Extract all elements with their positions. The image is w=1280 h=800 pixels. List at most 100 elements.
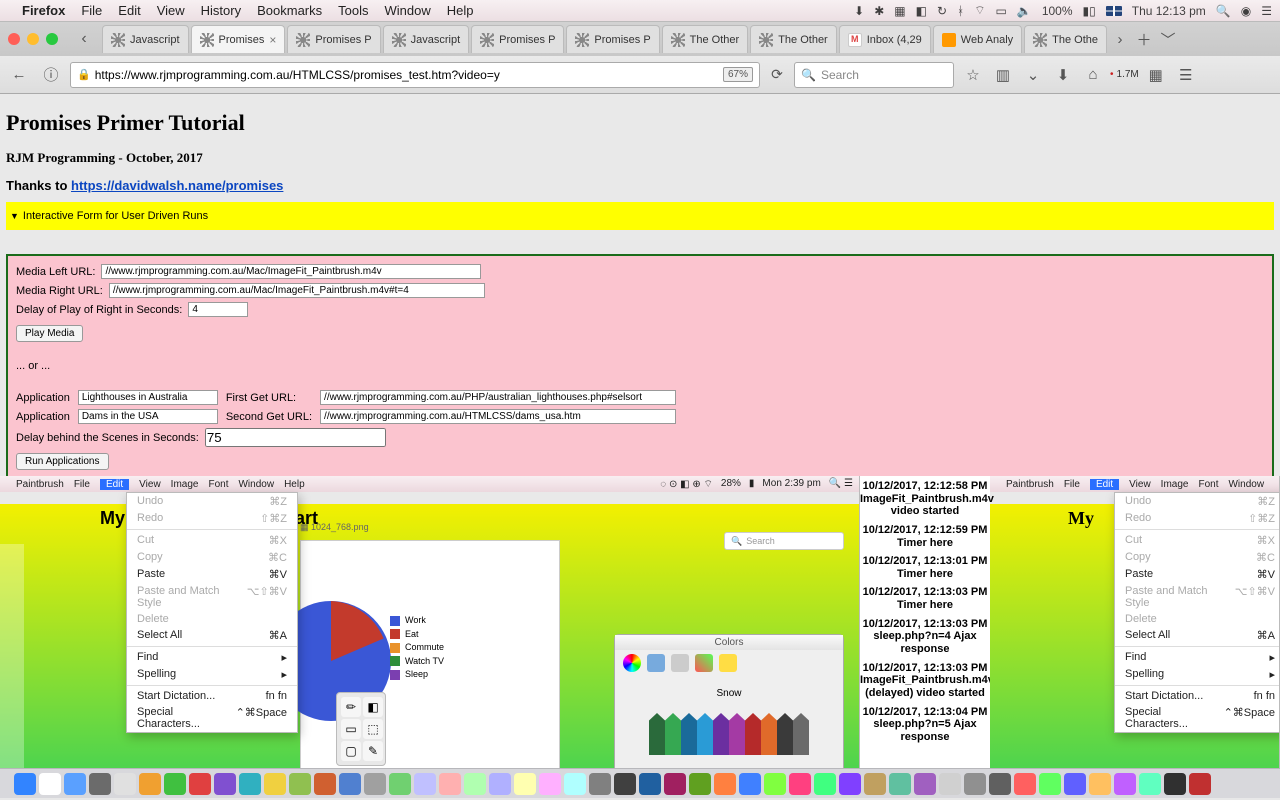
run-apps-button[interactable]: Run Applications [16,453,109,470]
tab[interactable]: Inbox (4,29 [839,25,931,53]
dock-item[interactable] [914,773,936,795]
menubar-view[interactable]: View [157,3,185,18]
dock[interactable] [0,768,1280,798]
tab[interactable]: Javascript [102,25,189,53]
dock-item[interactable] [764,773,786,795]
dock-item[interactable] [489,773,511,795]
dock-item[interactable] [539,773,561,795]
bookmark-star-icon[interactable]: ☆ [960,62,986,88]
tab[interactable]: The Othe [1024,25,1107,53]
extension-icon[interactable]: ▦ [1143,62,1169,88]
dock-item[interactable] [114,773,136,795]
identity-icon[interactable]: ⓘ [38,62,64,88]
new-tab-button[interactable]: ＋ [1133,29,1155,50]
search-bar[interactable]: 🔍 Search [794,62,954,88]
all-tabs-button[interactable]: ﹀ [1157,29,1179,50]
colors-window[interactable]: Colors Snow [614,634,844,768]
get2-input[interactable] [320,409,676,424]
tab[interactable]: The Other [750,25,837,53]
dock-item[interactable] [1189,773,1211,795]
dock-item[interactable] [639,773,661,795]
menu-item[interactable]: Spelling▸ [1115,666,1280,683]
dock-item[interactable] [339,773,361,795]
tabstrip-forward[interactable]: › [1109,31,1131,48]
dock-item[interactable] [89,773,111,795]
dock-item[interactable] [1164,773,1186,795]
tab[interactable]: Promises P [471,25,564,53]
menubar-edit[interactable]: Edit [118,3,140,18]
mini-edit-highlight-r[interactable]: Edit [1090,479,1119,490]
wifi-icon[interactable]: ⌔ [974,3,985,18]
dock-item[interactable] [314,773,336,795]
bug-icon[interactable]: ✱ [874,4,884,18]
menu-item[interactable]: Find▸ [127,649,297,666]
get1-input[interactable] [320,390,676,405]
battery-icon[interactable]: ▮▯ [1083,4,1096,18]
adblock-badge[interactable]: 1.7M [1110,69,1139,80]
dock-item[interactable] [214,773,236,795]
dock-item[interactable] [564,773,586,795]
menubar-bookmarks[interactable]: Bookmarks [257,3,322,18]
spotlight-icon[interactable]: 🔍 [1216,4,1231,18]
flag-icon[interactable] [1106,6,1122,16]
dock-item[interactable] [289,773,311,795]
menubar-app[interactable]: Firefox [22,3,65,18]
dock-item[interactable] [14,773,36,795]
sync-icon[interactable]: ↻ [937,4,947,18]
menu-item[interactable]: Find▸ [1115,649,1280,666]
dock-item[interactable] [64,773,86,795]
dock-item[interactable] [39,773,61,795]
dock-item[interactable] [389,773,411,795]
dock-item[interactable] [839,773,861,795]
hamburger-icon[interactable]: ☰ [1173,62,1199,88]
url-input[interactable] [95,68,719,82]
feed-icon[interactable]: ▥ [990,62,1016,88]
dock-item[interactable] [1014,773,1036,795]
tool-palette[interactable]: ✏◧▭⬚▢✎ [336,692,386,766]
siri-icon[interactable]: ◉ [1241,4,1251,18]
tab[interactable]: Promises P [287,25,380,53]
downloads-icon[interactable]: ⬇ [1050,62,1076,88]
tab[interactable]: The Other [662,25,749,53]
reload-button[interactable]: ⟳ [766,66,788,83]
menubar-window[interactable]: Window [385,3,431,18]
zoom-badge[interactable]: 67% [723,67,753,82]
dock-item[interactable] [864,773,886,795]
dock-item[interactable] [664,773,686,795]
dock-item[interactable] [939,773,961,795]
menu-item[interactable]: Paste⌘V [127,566,297,583]
dock-item[interactable] [189,773,211,795]
menu-item[interactable]: Spelling▸ [127,666,297,683]
dock-item[interactable] [364,773,386,795]
details-summary[interactable]: ▼ Interactive Form for User Driven Runs [6,202,1274,230]
dock-item[interactable] [964,773,986,795]
mini-edit-highlight[interactable]: Edit [100,479,129,490]
dock-item[interactable] [1039,773,1061,795]
menu-item[interactable]: Select All⌘A [127,627,297,644]
edit-dropdown-right[interactable]: Undo⌘ZRedo⇧⌘ZCut⌘XCopy⌘CPaste⌘VPaste and… [1114,492,1280,733]
grid-icon[interactable]: ▦ [894,4,905,18]
menubar-history[interactable]: History [201,3,241,18]
menu-item[interactable]: Select All⌘A [1115,627,1280,644]
menu-item[interactable]: Paste⌘V [1115,566,1280,583]
tab[interactable]: Promises P [566,25,659,53]
dock-item[interactable] [514,773,536,795]
menubar-file[interactable]: File [81,3,102,18]
bluetooth-icon[interactable]: ᚼ [957,4,964,18]
menubar-tools[interactable]: Tools [338,3,368,18]
dock-item[interactable] [464,773,486,795]
media-left-input[interactable] [101,264,481,279]
dock-item[interactable] [889,773,911,795]
menu-item[interactable]: Start Dictation...fn fn [127,688,297,704]
thanks-link[interactable]: https://davidwalsh.name/promises [71,178,283,193]
tab-close-icon[interactable]: × [269,33,276,47]
media-right-input[interactable] [109,283,485,298]
dock-item[interactable] [1064,773,1086,795]
menu-item[interactable]: Special Characters...⌃⌘Space [1115,704,1280,732]
tab[interactable]: Web Analy [933,25,1022,53]
dock-item[interactable] [814,773,836,795]
dock-item[interactable] [264,773,286,795]
menu-item[interactable]: Start Dictation...fn fn [1115,688,1280,704]
window-controls[interactable] [8,33,58,45]
dock-item[interactable] [1114,773,1136,795]
